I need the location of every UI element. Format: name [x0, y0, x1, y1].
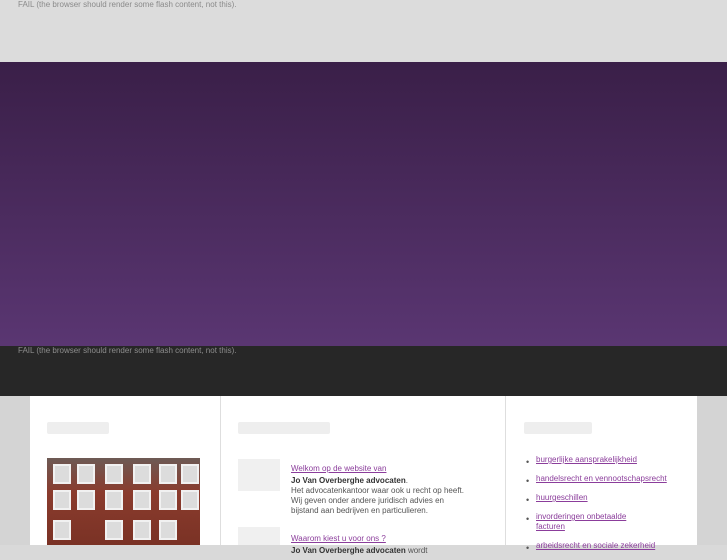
column-divider — [505, 396, 506, 545]
firm-name: Jo Van Overberghe advocaten — [291, 476, 406, 485]
firm-name: Jo Van Overberghe advocaten — [291, 546, 406, 555]
column-heading-image — [47, 422, 109, 434]
service-link[interactable]: invorderingen onbetaalde facturen — [536, 512, 626, 531]
service-link[interactable]: handelsrecht en vennootschapsrecht — [536, 474, 667, 483]
flash-banner — [0, 62, 727, 346]
service-link[interactable]: arbeidsrecht en sociale zekerheid — [536, 541, 655, 550]
why-block: Waarom kiest u voor ons ? Jo Van Overber… — [291, 534, 428, 555]
welcome-text: Het advocatenkantoor waar ook u recht op… — [291, 486, 464, 515]
flash-fail-text-top: FAIL (the browser should render some fla… — [18, 0, 237, 9]
service-link[interactable]: burgerlijke aansprakelijkheid — [536, 455, 637, 464]
flash-placeholder-top — [0, 0, 727, 62]
news-thumbnail — [238, 527, 280, 545]
services-list: burgerlijke aansprakelijkheid handelsrec… — [526, 455, 686, 560]
service-link[interactable]: huurgeschillen — [536, 493, 588, 502]
news-thumbnail — [238, 459, 280, 491]
welcome-block: Welkom op de website van Jo Van Overberg… — [291, 458, 471, 516]
column-divider — [220, 396, 221, 545]
column-heading-image — [524, 422, 592, 434]
why-link[interactable]: Waarom kiest u voor ons ? — [291, 534, 386, 543]
welcome-link[interactable]: Welkom op de website van — [291, 464, 386, 473]
office-building-photo — [47, 458, 200, 545]
column-heading-image — [238, 422, 330, 434]
flash-fail-text-nav: FAIL (the browser should render some fla… — [18, 346, 237, 355]
